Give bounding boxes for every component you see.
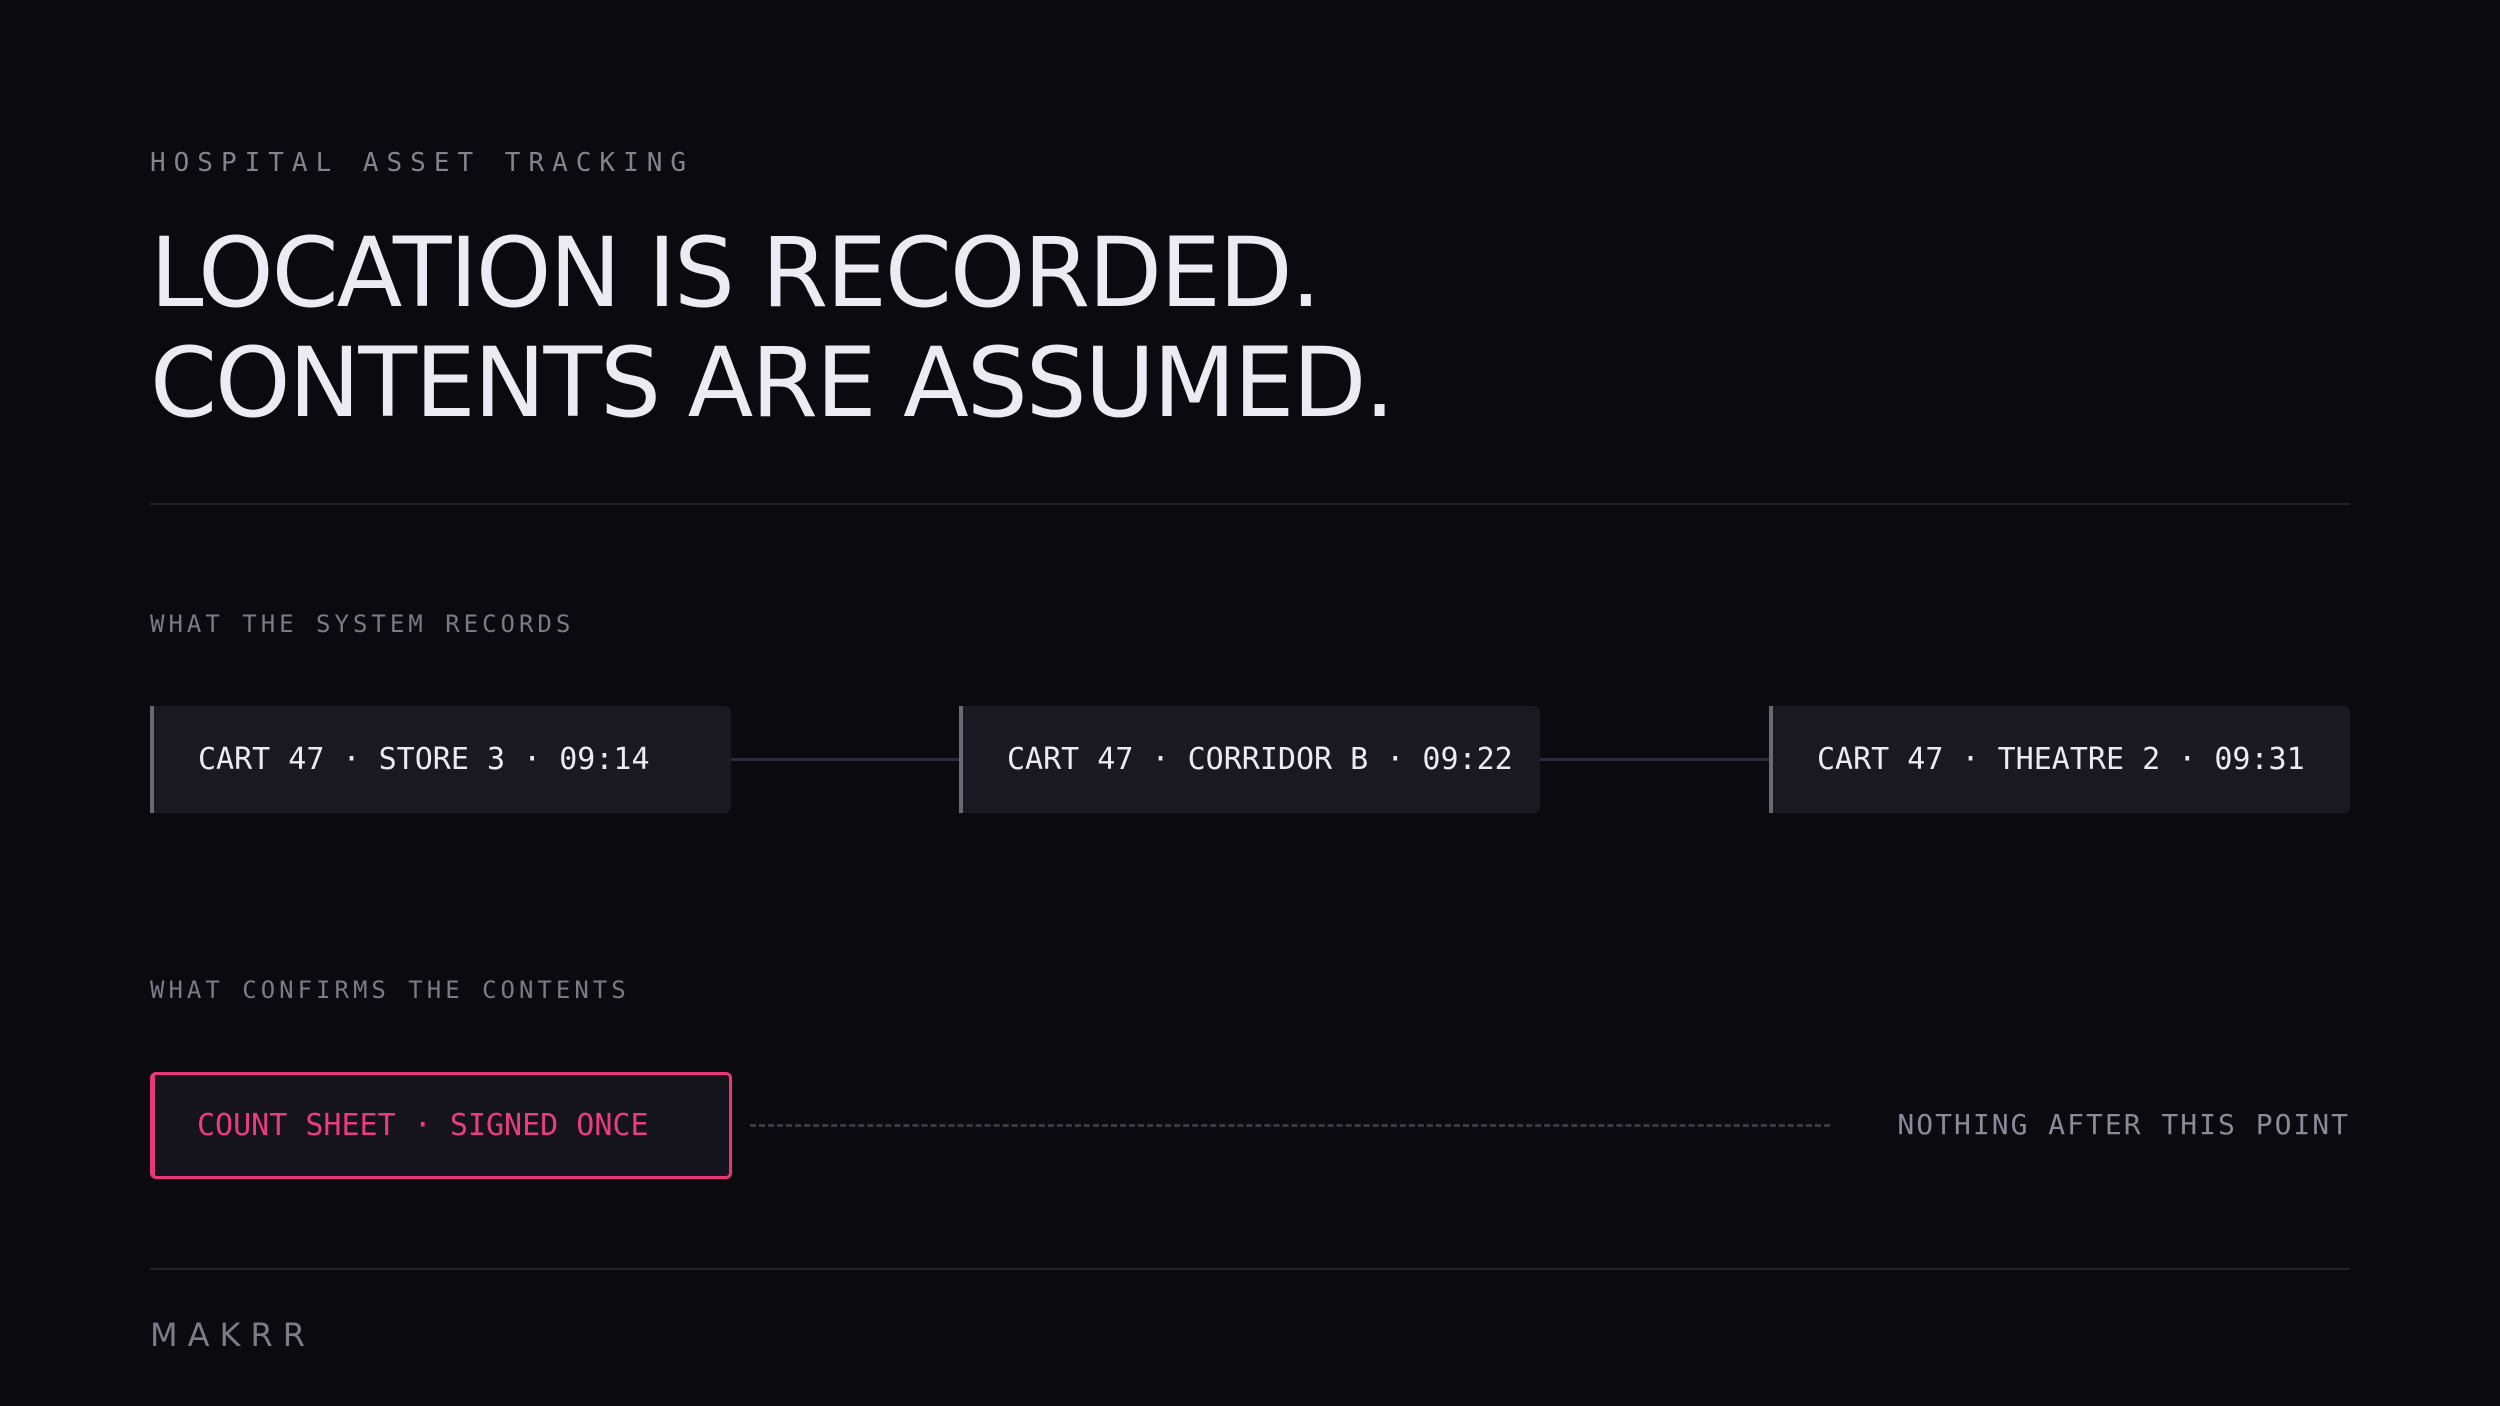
timeline-connector (731, 758, 960, 761)
nothing-after-label: NOTHING AFTER THIS POINT (1897, 1108, 2350, 1141)
record-event-card: CART 47 · THEATRE 2 · 09:31 (1769, 706, 2350, 813)
top-divider (150, 503, 2350, 505)
count-sheet-card: COUNT SHEET · SIGNED ONCE (150, 1072, 732, 1179)
record-event-card: CART 47 · CORRIDOR B · 09:22 (959, 706, 1540, 813)
timeline-connector (1540, 758, 1771, 761)
confirmation-section-label: WHAT CONFIRMS THE CONTENTS (150, 976, 630, 1004)
dashed-gap-line (750, 1124, 1830, 1127)
headline-line-2: CONTENTS ARE ASSUMED. (150, 327, 1395, 439)
record-event-card: CART 47 · STORE 3 · 09:14 (150, 706, 731, 813)
eyebrow-label: HOSPITAL ASSET TRACKING (150, 148, 695, 178)
brand-logo: MAKRR (150, 1316, 315, 1354)
page-title: LOCATION IS RECORDED. CONTENTS ARE ASSUM… (150, 217, 1395, 439)
bottom-divider (150, 1268, 2350, 1270)
headline-line-1: LOCATION IS RECORDED. (150, 217, 1321, 329)
records-section-label: WHAT THE SYSTEM RECORDS (150, 610, 575, 638)
